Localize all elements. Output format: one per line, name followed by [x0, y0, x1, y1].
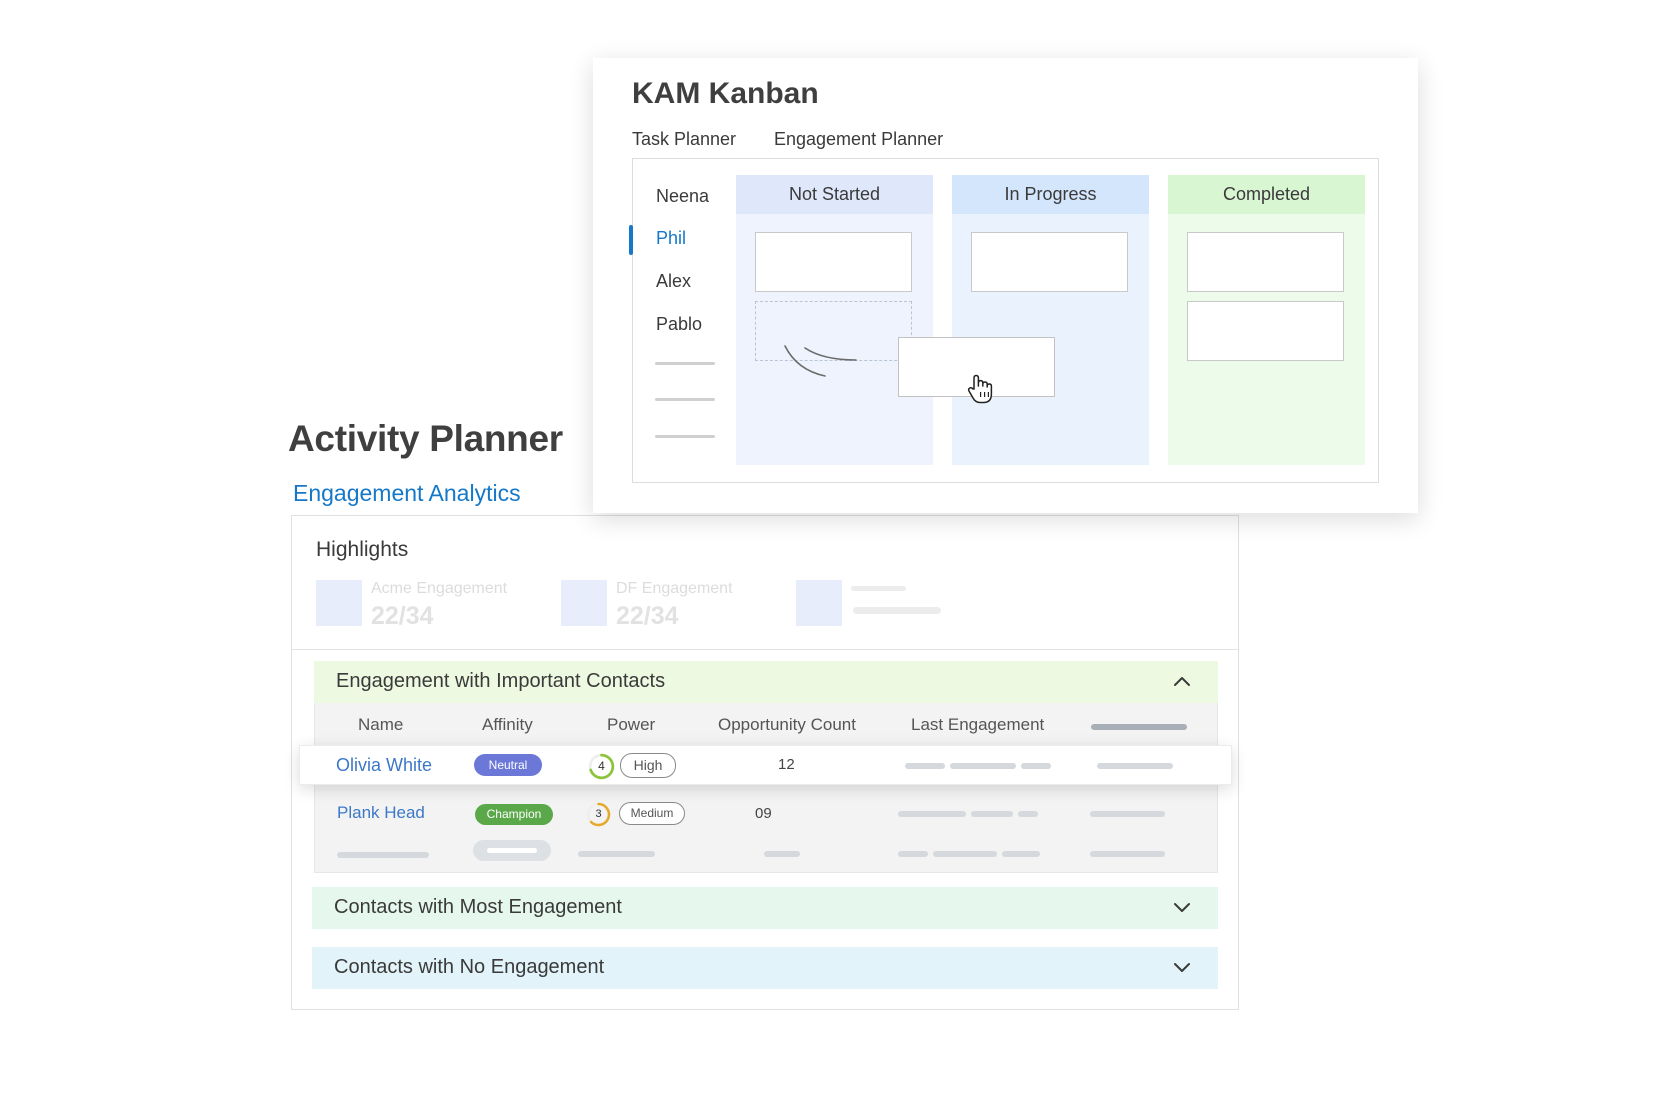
- important-contacts-table: Name Affinity Power Opportunity Count La…: [314, 703, 1218, 873]
- section-no-engagement-header[interactable]: Contacts with No Engagement: [312, 947, 1218, 989]
- person-pablo[interactable]: Pablo: [656, 314, 702, 335]
- engagement-analytics-link[interactable]: Engagement Analytics: [293, 480, 521, 507]
- kanban-card[interactable]: [971, 232, 1128, 292]
- power-tag: High: [620, 753, 676, 778]
- placeholder-line: [337, 852, 429, 858]
- table-row[interactable]: Plank Head Champion 3 Medium 09: [315, 795, 1219, 833]
- column-header: In Progress: [952, 175, 1149, 214]
- column-header-placeholder: [1091, 724, 1187, 730]
- kanban-card[interactable]: [1187, 232, 1344, 292]
- column-header-name[interactable]: Name: [358, 715, 403, 735]
- power-tag: Medium: [619, 802, 685, 825]
- placeholder-line: [1021, 763, 1051, 769]
- highlight-placeholder-card: [796, 580, 996, 628]
- section-most-engagement-header[interactable]: Contacts with Most Engagement: [312, 887, 1218, 929]
- opportunity-count: 12: [778, 756, 795, 773]
- column-header-opportunity-count[interactable]: Opportunity Count: [718, 715, 856, 735]
- screenshot-stage: Activity Planner Engagement Analytics Hi…: [0, 0, 1662, 1108]
- column-completed: Completed: [1168, 175, 1365, 465]
- tab-engagement-planner[interactable]: Engagement Planner: [774, 129, 943, 150]
- person-neena[interactable]: Neena: [656, 186, 709, 207]
- highlight-icon: [561, 580, 607, 626]
- power-level: 3: [595, 808, 602, 820]
- affinity-badge: Neutral: [474, 754, 542, 776]
- kam-kanban-title: KAM Kanban: [632, 77, 819, 110]
- column-header-power[interactable]: Power: [607, 715, 655, 735]
- placeholder-line: [764, 851, 800, 857]
- column-header-last-engagement[interactable]: Last Engagement: [911, 715, 1044, 735]
- highlight-card: Acme Engagement 22/34: [316, 580, 546, 630]
- placeholder-line: [655, 398, 715, 401]
- column-not-started: Not Started: [736, 175, 933, 465]
- placeholder-line: [898, 851, 928, 857]
- grab-hand-icon: [967, 374, 993, 404]
- kanban-card[interactable]: [755, 232, 912, 292]
- highlight-value: 22/34: [371, 602, 434, 630]
- placeholder-line: [655, 435, 715, 438]
- column-header: Completed: [1168, 175, 1365, 214]
- table-row-highlighted[interactable]: Olivia White Neutral 4 High 12: [299, 745, 1232, 785]
- column-header-affinity[interactable]: Affinity: [482, 715, 533, 735]
- placeholder-line: [655, 362, 715, 365]
- highlight-value: 22/34: [616, 602, 679, 630]
- contact-name-link[interactable]: Olivia White: [336, 755, 432, 776]
- placeholder-line: [578, 851, 655, 857]
- placeholder-line: [853, 607, 941, 614]
- placeholder-line: [487, 848, 537, 853]
- activity-planner-title: Activity Planner: [288, 418, 563, 459]
- table-row-placeholder: [315, 835, 1219, 873]
- power-level: 4: [598, 759, 605, 773]
- placeholder-line: [950, 763, 1016, 769]
- affinity-badge: Champion: [475, 804, 553, 825]
- highlight-card: DF Engagement 22/34: [561, 580, 791, 630]
- placeholder-line: [1018, 811, 1038, 817]
- highlights-row: Acme Engagement 22/34 DF Engagement 22/3…: [316, 580, 1216, 636]
- person-phil[interactable]: Phil: [656, 228, 686, 249]
- section-title: Engagement with Important Contacts: [336, 670, 666, 692]
- tab-task-planner[interactable]: Task Planner: [632, 129, 736, 150]
- placeholder-line: [933, 851, 997, 857]
- highlight-label: Acme Engagement: [371, 580, 508, 597]
- section-important-contacts-header[interactable]: Engagement with Important Contacts: [314, 661, 1218, 703]
- drag-motion-lines: [784, 345, 857, 377]
- chevron-down-icon[interactable]: [1172, 899, 1192, 915]
- placeholder-line: [851, 586, 906, 591]
- placeholder-line: [1090, 851, 1165, 857]
- kam-kanban-window: KAM Kanban Task Planner Engagement Plann…: [593, 58, 1418, 513]
- contact-name-link[interactable]: Plank Head: [337, 803, 425, 823]
- placeholder-line: [1090, 811, 1165, 817]
- kanban-board: Neena Phil Alex Pablo Not Started In Pro…: [629, 158, 1379, 483]
- placeholder-line: [1097, 763, 1173, 769]
- highlight-icon: [796, 580, 842, 626]
- highlight-icon: [316, 580, 362, 626]
- highlights-title: Highlights: [316, 538, 409, 561]
- chevron-down-icon[interactable]: [1172, 959, 1192, 975]
- active-indicator: [629, 225, 633, 255]
- opportunity-count: 09: [755, 805, 772, 822]
- highlight-label: DF Engagement: [616, 580, 733, 597]
- placeholder-line: [971, 811, 1013, 817]
- column-in-progress: In Progress: [952, 175, 1149, 465]
- chevron-up-icon[interactable]: [1172, 673, 1192, 689]
- placeholder-line: [898, 811, 966, 817]
- placeholder-line: [1002, 851, 1040, 857]
- section-title: Contacts with Most Engagement: [334, 896, 622, 918]
- column-header: Not Started: [736, 175, 933, 214]
- placeholder-line: [905, 763, 945, 769]
- kanban-card[interactable]: [1187, 301, 1344, 361]
- section-title: Contacts with No Engagement: [334, 956, 605, 978]
- divider: [292, 649, 1238, 650]
- person-alex[interactable]: Alex: [656, 271, 691, 292]
